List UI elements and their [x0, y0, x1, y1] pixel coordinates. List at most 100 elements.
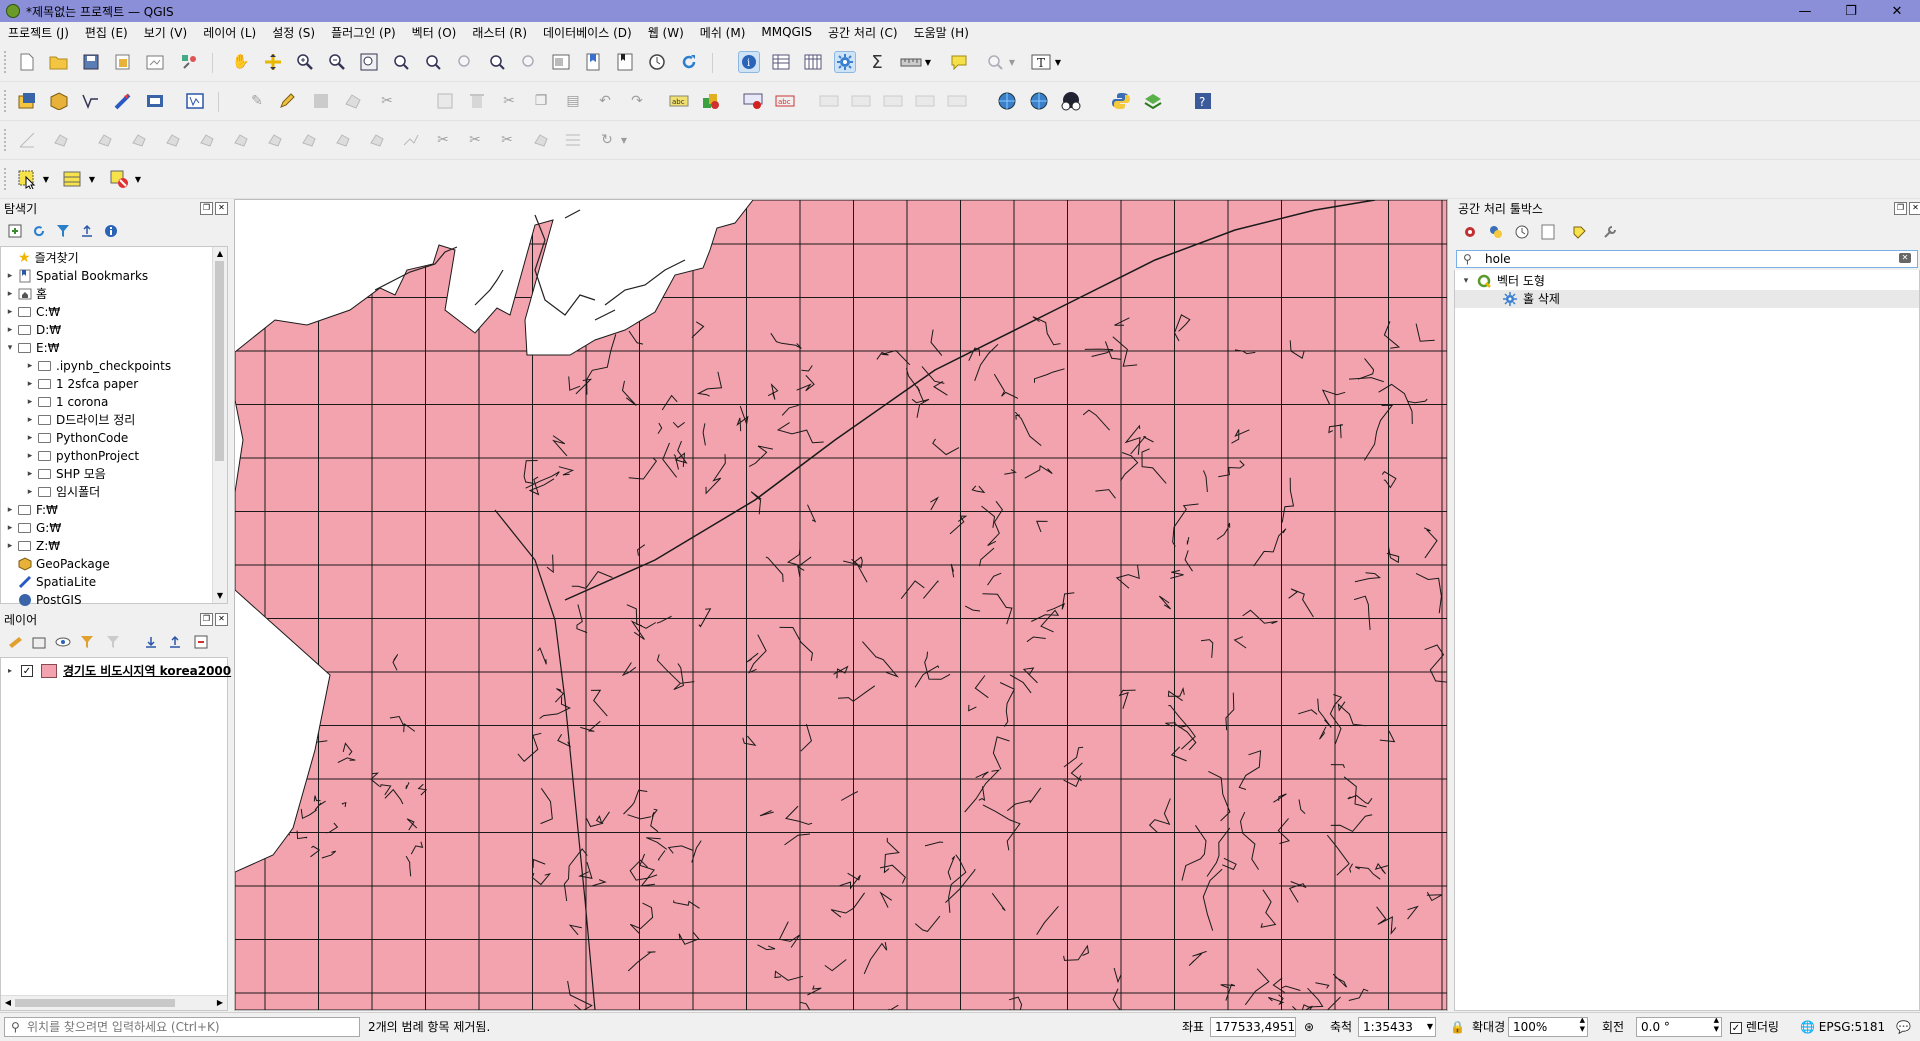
browser-item[interactable]: ▸ D드라이브 정리: [25, 411, 136, 429]
browser-item[interactable]: ▸ PythonCode: [25, 429, 129, 447]
expand-arrow-icon[interactable]: ▸: [5, 303, 15, 321]
scroll-right-arrow-icon[interactable]: ▶: [213, 996, 227, 1010]
zoom-in-icon[interactable]: [294, 51, 316, 73]
label-toolbar-icon[interactable]: abc: [668, 90, 690, 112]
vertex-tool-icon[interactable]: [434, 90, 456, 112]
simplify-feature-icon[interactable]: [128, 129, 150, 151]
expand-arrow-icon[interactable]: ▸: [25, 375, 35, 393]
processing-toolbox-icon[interactable]: [834, 51, 856, 73]
menu-settings[interactable]: 설정 (S): [264, 24, 323, 41]
diagram-properties-icon[interactable]: [946, 90, 968, 112]
add-wfs-layer-icon[interactable]: [1028, 90, 1050, 112]
merge-features-icon[interactable]: ✂: [496, 129, 518, 151]
highlight-label-icon[interactable]: [742, 90, 764, 112]
expand-arrow-icon[interactable]: ▸: [5, 519, 15, 537]
results-viewer-icon[interactable]: [1538, 222, 1558, 242]
browser-item[interactable]: ▸ 홈: [5, 285, 47, 303]
scale-combobox[interactable]: 1:35433 ▼: [1358, 1017, 1436, 1037]
menu-processing[interactable]: 공간 처리 (C): [820, 24, 906, 41]
expand-arrow-icon[interactable]: ▾: [1461, 272, 1471, 290]
toolbar-grip[interactable]: [4, 168, 10, 190]
digitize-shape-icon[interactable]: ✂: [376, 90, 398, 112]
merge-attributes-icon[interactable]: [530, 129, 552, 151]
split-features-icon[interactable]: ✂: [432, 129, 454, 151]
pin-label-icon[interactable]: abc: [774, 90, 796, 112]
new-virtual-layer-icon[interactable]: [144, 90, 166, 112]
browser-item[interactable]: ▸ D:₩: [5, 321, 61, 339]
add-wms-layer-icon[interactable]: [996, 90, 1018, 112]
offset-point-symbols-icon[interactable]: ↻: [596, 129, 618, 151]
browser-item[interactable]: ▸ 1 corona: [25, 393, 109, 411]
new-spatialite-icon[interactable]: [112, 90, 134, 112]
browser-item[interactable]: ▸ F:₩: [5, 501, 58, 519]
help-contents-icon[interactable]: ?: [1192, 90, 1214, 112]
expand-arrow-icon[interactable]: ▸: [25, 411, 35, 429]
annotation-dropdown-icon[interactable]: ▼: [1052, 51, 1064, 73]
layer-visibility-checkbox[interactable]: ✓: [21, 665, 33, 677]
menu-database[interactable]: 데이터베이스 (D): [535, 24, 640, 41]
browser-item[interactable]: ▸ SHP 모음: [25, 465, 106, 483]
select-features-icon[interactable]: [16, 168, 38, 190]
pan-hand-icon[interactable]: ✋: [230, 51, 252, 73]
toolbox-search-input[interactable]: hole: [1485, 251, 1511, 267]
open-project-icon[interactable]: [48, 51, 70, 73]
expand-arrow-icon[interactable]: ▸: [25, 483, 35, 501]
close-panel-button[interactable]: ✕: [1909, 202, 1920, 215]
browser-item[interactable]: PostGIS: [5, 591, 82, 609]
split-parts-icon[interactable]: ✂: [464, 129, 486, 151]
menu-layer[interactable]: 레이어 (L): [195, 24, 264, 41]
measure-line-icon[interactable]: [900, 51, 922, 73]
float-panel-button[interactable]: ❐: [200, 613, 213, 626]
menu-vector[interactable]: 벡터 (O): [404, 24, 465, 41]
pan-to-selection-icon[interactable]: [262, 51, 284, 73]
statistical-summary-icon[interactable]: Σ: [866, 51, 888, 73]
minimize-button[interactable]: —: [1782, 0, 1828, 22]
add-group-icon[interactable]: [30, 633, 48, 651]
browser-item[interactable]: ▸ C:₩: [5, 303, 61, 321]
coordinate-field[interactable]: 177533,495181: [1210, 1017, 1296, 1037]
cut-features-icon[interactable]: ✂: [498, 90, 520, 112]
text-annotation-icon[interactable]: T: [1030, 51, 1052, 73]
redo-icon[interactable]: ↷: [626, 90, 648, 112]
zoom-next-icon[interactable]: [518, 51, 540, 73]
attribute-table-icon[interactable]: [770, 51, 792, 73]
menu-plugins[interactable]: 플러그인 (P): [323, 24, 404, 41]
edit-features-in-place-icon[interactable]: [1570, 222, 1590, 242]
reverse-line-icon[interactable]: [400, 129, 422, 151]
add-part-icon[interactable]: [196, 129, 218, 151]
expand-arrow-icon[interactable]: ▾: [5, 339, 15, 357]
render-checkbox[interactable]: ✓: [1730, 1021, 1742, 1034]
float-panel-button[interactable]: ❐: [200, 202, 213, 215]
select-dropdown-icon[interactable]: ▼: [40, 168, 52, 190]
new-bookmark-icon[interactable]: [582, 51, 604, 73]
toolbox-search-box[interactable]: ⚲ hole ✕: [1456, 250, 1918, 268]
show-bookmarks-icon[interactable]: [614, 51, 636, 73]
reshape-features-icon[interactable]: [332, 129, 354, 151]
menu-mesh[interactable]: 메쉬 (M): [692, 24, 754, 41]
add-wcs-layer-icon[interactable]: [1060, 90, 1082, 112]
toggle-extents-icon[interactable]: ⊛: [1304, 1017, 1314, 1037]
scroll-left-arrow-icon[interactable]: ◀: [1, 996, 15, 1010]
menu-edit[interactable]: 편집 (E): [77, 24, 136, 41]
expand-arrow-icon[interactable]: ▸: [5, 501, 15, 519]
map-canvas[interactable]: [234, 199, 1448, 1011]
rotate-label-icon[interactable]: [882, 90, 904, 112]
undo-icon[interactable]: ↶: [594, 90, 616, 112]
move-feature-icon[interactable]: [50, 129, 72, 151]
save-edits-icon[interactable]: [310, 90, 332, 112]
zoom-out-icon[interactable]: [326, 51, 348, 73]
map-tips-icon[interactable]: [948, 51, 970, 73]
filter-browser-icon[interactable]: [54, 222, 72, 240]
clear-search-icon[interactable]: ✕: [1899, 253, 1911, 263]
layers-scroll-thumb[interactable]: [15, 999, 175, 1007]
select-by-value-icon[interactable]: [62, 168, 84, 190]
refresh-icon[interactable]: [678, 51, 700, 73]
float-panel-button[interactable]: ❐: [1894, 202, 1907, 215]
magnifier-spinbox[interactable]: 100% ▲ ▼: [1508, 1017, 1588, 1037]
messages-icon[interactable]: 💬: [1896, 1017, 1911, 1037]
expand-arrow-icon[interactable]: ▸: [5, 662, 15, 680]
measure-dropdown-icon[interactable]: ▼: [922, 51, 934, 73]
browser-item[interactable]: ▸ .ipynb_checkpoints: [25, 357, 171, 375]
layer-item[interactable]: ▸ ✓ 경기도 비도시지역 korea2000: [5, 662, 231, 680]
expand-arrow-icon[interactable]: ▸: [25, 357, 35, 375]
